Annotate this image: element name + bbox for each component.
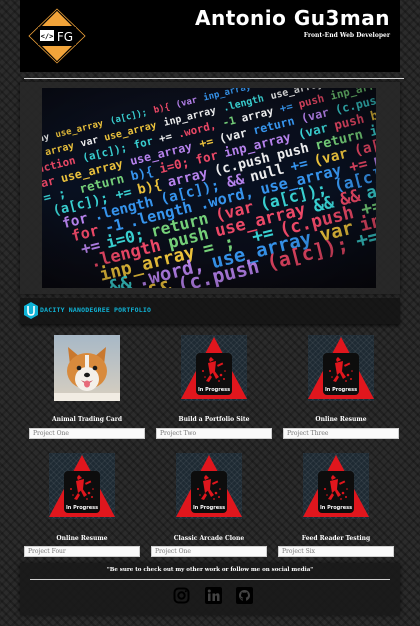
- github-icon[interactable]: [236, 587, 253, 604]
- footer-message: "Be sure to check out my other work or f…: [106, 567, 314, 573]
- site-header: </> FG Antonio Gu3man Front-End Web Deve…: [20, 0, 400, 72]
- in-progress-icon[interactable]: In Progress: [181, 335, 247, 401]
- code-screen-image: +=arrayuse_array(a[c]);b){(varinp_array+…: [42, 88, 376, 288]
- site-owner-role: Front-End Web Developer: [303, 32, 390, 39]
- linkedin-icon[interactable]: [205, 587, 222, 604]
- svg-text:FG: FG: [57, 30, 73, 44]
- in-progress-label: In Progress: [325, 387, 357, 393]
- in-progress-icon[interactable]: In Progress: [303, 453, 369, 519]
- corgi-photo[interactable]: [54, 335, 120, 401]
- project-input[interactable]: [151, 546, 267, 557]
- project-title: Build a Portfolio Site: [178, 416, 250, 423]
- footer-divider: [30, 579, 390, 580]
- instagram-icon[interactable]: [173, 587, 190, 604]
- project-title: Online Resume: [315, 416, 367, 423]
- in-progress-label: In Progress: [320, 505, 352, 511]
- project-title: Classic Arcade Clone: [173, 535, 245, 542]
- udacity-section-header: DACITY NANODEGREE PORTFOLIO: [20, 298, 400, 324]
- in-progress-icon[interactable]: In Progress: [176, 453, 242, 519]
- site-footer: "Be sure to check out my other work or f…: [20, 563, 400, 615]
- in-progress-label: In Progress: [193, 505, 225, 511]
- project-input[interactable]: [156, 428, 272, 439]
- in-progress-icon[interactable]: In Progress: [49, 453, 115, 519]
- project-input[interactable]: [29, 428, 145, 439]
- svg-text:</>: </>: [41, 33, 54, 41]
- fg-logo-icon[interactable]: </> FG: [28, 8, 86, 64]
- in-progress-label: In Progress: [198, 387, 230, 393]
- project-title: Animal Trading Card: [51, 416, 123, 423]
- project-input[interactable]: [283, 428, 399, 439]
- in-progress-icon[interactable]: In Progress: [308, 335, 374, 401]
- udacity-section-title: DACITY NANODEGREE PORTFOLIO: [40, 306, 152, 314]
- site-owner-name: Antonio Gu3man: [195, 6, 390, 30]
- project-input[interactable]: [278, 546, 394, 557]
- header-divider: [24, 78, 404, 79]
- udacity-logo-icon: [24, 302, 38, 319]
- project-input[interactable]: [24, 546, 140, 557]
- project-title: Feed Reader Testing: [301, 535, 371, 542]
- in-progress-label: In Progress: [66, 505, 98, 511]
- project-title: Online Resume: [56, 535, 108, 542]
